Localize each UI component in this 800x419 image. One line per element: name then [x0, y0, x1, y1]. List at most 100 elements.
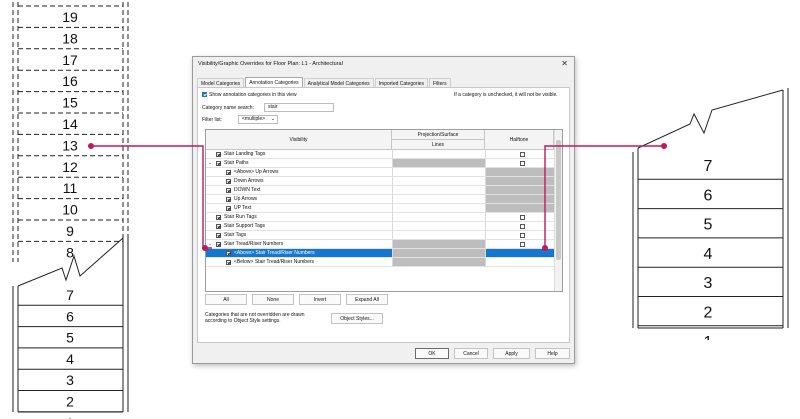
- lines-override-cell[interactable]: [392, 168, 486, 176]
- lines-override-cell[interactable]: [392, 150, 486, 158]
- cancel-button[interactable]: Cancel: [454, 348, 488, 359]
- lines-override-cell[interactable]: [392, 249, 486, 257]
- lines-override-cell[interactable]: [392, 240, 486, 248]
- table-row[interactable]: <Above> Stair Tread/Riser Numbers: [206, 249, 554, 258]
- table-row[interactable]: <Above> Up Arrows: [206, 168, 562, 177]
- halftone-cell[interactable]: [485, 168, 562, 176]
- category-name: UP Text: [234, 205, 252, 211]
- visibility-checkbox[interactable]: [226, 187, 231, 193]
- halftone-cell[interactable]: [485, 177, 562, 185]
- show-annotation-checkbox[interactable]: [202, 92, 207, 98]
- object-styles-button[interactable]: Object Styles...: [331, 313, 383, 324]
- right-stair-number: 6: [704, 187, 713, 204]
- lines-override-cell[interactable]: [392, 204, 486, 212]
- lines-override-cell[interactable]: [392, 177, 486, 185]
- visibility-checkbox[interactable]: [216, 232, 221, 238]
- lines-override-cell[interactable]: [392, 231, 486, 239]
- right-stair-number: 4: [704, 246, 713, 263]
- left-upper-number: 19: [62, 9, 78, 25]
- select-all-button[interactable]: All: [205, 294, 247, 305]
- visibility-checkbox[interactable]: [226, 169, 231, 175]
- halftone-cell[interactable]: [485, 150, 562, 158]
- halftone-cell[interactable]: [485, 222, 562, 230]
- left-lower-number: 4: [66, 351, 74, 367]
- left-upper-number: 18: [62, 30, 78, 46]
- halftone-cell[interactable]: [485, 213, 562, 221]
- halftone-cell[interactable]: [485, 258, 562, 266]
- left-stair-lower-run: 7 6 5 4 3 2 1: [12, 237, 129, 419]
- lines-override-cell[interactable]: [392, 159, 486, 167]
- lines-override-cell[interactable]: [392, 258, 486, 266]
- halftone-cell[interactable]: [485, 204, 562, 212]
- select-none-button[interactable]: None: [252, 294, 294, 305]
- table-scrollbar[interactable]: [554, 130, 562, 291]
- halftone-checkbox[interactable]: [520, 223, 525, 229]
- expand-toggle-icon[interactable]: ⌄: [208, 241, 212, 247]
- visibility-checkbox[interactable]: [216, 160, 221, 166]
- column-header-halftone[interactable]: Halftone: [485, 130, 554, 150]
- table-row[interactable]: ⌄ Stair Tread/Riser Numbers: [206, 240, 554, 249]
- visibility-checkbox[interactable]: [226, 250, 231, 256]
- visibility-hint: If a category is unchecked, it will not …: [454, 92, 558, 98]
- visibility-checkbox[interactable]: [226, 196, 231, 202]
- apply-button[interactable]: Apply: [493, 348, 530, 359]
- halftone-cell[interactable]: [485, 249, 562, 257]
- lines-override-cell[interactable]: [392, 195, 486, 203]
- visibility-checkbox[interactable]: [226, 205, 231, 211]
- visibility-checkbox[interactable]: [216, 241, 221, 247]
- table-row[interactable]: Stair Landing Tags: [206, 150, 554, 159]
- halftone-checkbox[interactable]: [520, 232, 525, 238]
- column-header-visibility[interactable]: Visibility: [206, 130, 392, 150]
- visibility-checkbox[interactable]: [216, 223, 221, 229]
- category-search-label: Category name search:: [202, 105, 254, 111]
- right-break-line: [637, 89, 784, 149]
- expand-all-button[interactable]: Expand All: [346, 294, 388, 305]
- left-upper-number: 14: [62, 116, 78, 132]
- column-header-lines[interactable]: Lines: [392, 140, 485, 150]
- table-row[interactable]: UP Text: [206, 204, 562, 213]
- left-lower-number: 3: [66, 372, 74, 388]
- category-name: Stair Paths: [224, 160, 249, 166]
- filter-list-value: <multiple>: [242, 116, 266, 122]
- invert-button[interactable]: Invert: [299, 294, 341, 305]
- halftone-checkbox[interactable]: [520, 160, 525, 166]
- halftone-cell[interactable]: [485, 159, 562, 167]
- halftone-checkbox[interactable]: [520, 151, 525, 157]
- lines-override-cell[interactable]: [392, 222, 486, 230]
- table-row[interactable]: DOWN Text: [206, 186, 562, 195]
- table-row[interactable]: Stair Run Tags: [206, 213, 554, 222]
- left-lower-number: 6: [66, 308, 74, 324]
- halftone-checkbox[interactable]: [520, 214, 525, 220]
- table-row[interactable]: Stair Support Tags: [206, 222, 554, 231]
- lines-override-cell[interactable]: [392, 213, 486, 221]
- categories-table: Visibility Projection/Surface Lines Half…: [205, 129, 563, 292]
- left-stair-drawing: 1918171615141312111098 7654321: [12, 2, 129, 419]
- halftone-cell[interactable]: [485, 186, 562, 194]
- visibility-checkbox[interactable]: [216, 214, 221, 220]
- table-row[interactable]: ⌄ Stair Paths: [206, 159, 554, 168]
- visibility-checkbox[interactable]: [226, 259, 231, 265]
- expand-toggle-icon[interactable]: ⌄: [208, 160, 212, 166]
- visibility-checkbox[interactable]: [226, 178, 231, 184]
- halftone-checkbox[interactable]: [520, 241, 525, 247]
- close-icon[interactable]: ✕: [561, 59, 568, 68]
- halftone-cell[interactable]: [485, 240, 562, 248]
- left-upper-number: 9: [66, 223, 74, 239]
- filter-list-select[interactable]: <multiple> ⌄: [238, 115, 278, 124]
- halftone-cell[interactable]: [485, 195, 562, 203]
- table-row[interactable]: Stair Tags: [206, 231, 554, 240]
- scrollbar-thumb[interactable]: [556, 140, 561, 260]
- tab-strip: Model Categories Annotation Categories A…: [197, 77, 452, 88]
- left-lower-number: 5: [66, 330, 74, 346]
- lines-override-cell[interactable]: [392, 186, 486, 194]
- halftone-cell[interactable]: [485, 231, 562, 239]
- category-name: Up Arrows: [234, 196, 258, 202]
- table-row[interactable]: <Below> Stair Tread/Riser Numbers: [206, 258, 554, 267]
- category-search-input[interactable]: stair: [264, 103, 334, 112]
- help-button[interactable]: Help: [535, 348, 570, 359]
- table-row[interactable]: Down Arrows: [206, 177, 562, 186]
- visibility-checkbox[interactable]: [216, 151, 221, 157]
- table-row[interactable]: Up Arrows: [206, 195, 562, 204]
- ok-button[interactable]: OK: [415, 348, 449, 359]
- category-name: Stair Support Tags: [224, 223, 266, 229]
